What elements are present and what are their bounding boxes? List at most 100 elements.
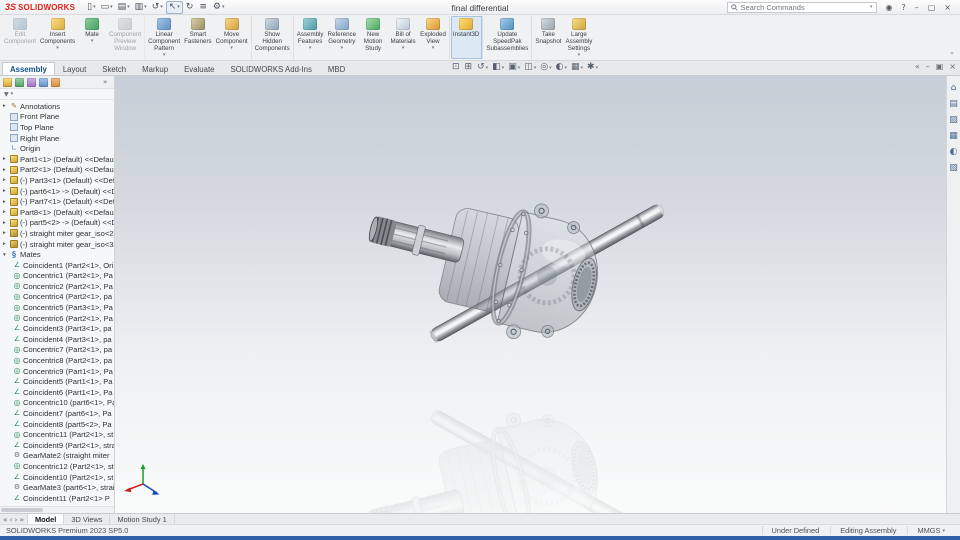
ribbon-button[interactable]: Smart Fasteners [182,16,214,59]
expand-arrow-icon[interactable]: ▸ [3,199,10,205]
ribbon-collapse-icon[interactable]: ⌄ [949,48,955,539]
tree-item[interactable]: ▸ Annotations [0,101,114,112]
tree-item[interactable]: ▸ (-) part6<1> -> (Default) <<De [0,186,114,197]
ribbon-tab[interactable]: Markup [134,62,176,75]
search-commands-box[interactable]: ▾ [726,1,877,13]
status-item[interactable]: Under Defined [761,526,831,535]
ribbon-tab[interactable]: Assembly [2,62,55,75]
doc-minimize-icon[interactable]: – [926,63,930,71]
expand-arrow-icon[interactable]: ▸ [3,209,10,215]
tree-item[interactable]: Front Plane [0,112,114,123]
tree-item[interactable]: ▸ Part8<1> (Default) <<Default> [0,207,114,218]
status-item[interactable]: MMGS ▾ [907,526,954,535]
section-view-icon[interactable]: ◧ ▾ [492,63,504,72]
collapse-pane-icon[interactable]: « [915,63,920,71]
select-arrow-icon[interactable]: ↖ ▾ [165,0,183,14]
propertymanager-tab[interactable] [15,77,24,87]
display-style-icon[interactable]: ◫ ▾ [524,63,536,72]
mate-item[interactable]: Concentric11 (Part2<1>, st [0,429,114,440]
displaymanager-tab[interactable] [51,77,60,87]
tree-item[interactable]: Right Plane [0,133,114,144]
expand-arrow-icon[interactable]: ▸ [3,220,10,226]
panel-horizontal-scrollbar[interactable] [0,506,114,513]
tree-item[interactable]: ▸ (-) part5<2> -> (Default) <<De [0,218,114,229]
tree-item[interactable]: Origin [0,143,114,154]
mate-item[interactable]: GearMate2 (straight miter [0,451,114,462]
ribbon-button[interactable]: Show Hidden Components [253,16,294,59]
mate-item[interactable]: Concentric8 (Part2<1>, pa [0,355,114,366]
expand-arrow-icon[interactable]: ▸ [3,188,10,194]
configurationmanager-tab[interactable] [27,77,36,87]
mate-item[interactable]: Coincident9 (Part2<1>, stra [0,440,114,451]
ribbon-tab[interactable]: Evaluate [176,62,222,75]
mate-item[interactable]: Coincident4 (Part3<1>, pa [0,334,114,345]
mate-item[interactable]: Concentric2 (Part2<1>, Pa [0,281,114,292]
ribbon-button[interactable]: Instant3D [450,16,484,59]
mate-item[interactable]: Concentric7 (Part2<1>, pa [0,345,114,356]
ribbon-button[interactable]: Assembly Features ▾ [295,16,326,59]
ribbon-button[interactable]: Edit Component [2,16,38,59]
ribbon-button[interactable]: New Motion Study [358,16,388,59]
ribbon-button[interactable]: Take Snapshot [533,16,563,59]
options-gear-icon[interactable]: ⚙ ▾ [211,1,227,14]
3d-viewport-canvas[interactable] [115,76,946,513]
maximize-icon[interactable]: ▢ [924,3,940,12]
ribbon-button[interactable]: Component Preview Window [107,16,146,59]
mate-item[interactable]: Concentric9 (Part1<1>, Pa [0,366,114,377]
scrollbar-thumb[interactable] [1,508,43,512]
dimxpertmanager-tab[interactable] [39,77,48,87]
expand-arrow-icon[interactable]: ▸ [3,177,10,183]
filter-funnel-icon[interactable]: ▼ [4,91,9,98]
view-orientation-icon[interactable]: ▣ ▾ [508,63,520,72]
expand-arrow-icon[interactable]: ▸ [3,156,10,162]
ribbon-button[interactable]: Large Assembly Settings ▾ [564,16,595,59]
tab-scroll-arrow-icon[interactable]: « [3,515,8,524]
mate-item[interactable]: GearMate3 (part6<1>, strai [0,482,114,493]
panel-tabs-overflow-icon[interactable]: » [103,78,107,86]
ribbon-button[interactable]: Update SpeedPak Subassemblies [484,16,533,59]
ribbon-button[interactable]: Bill of Materials ▾ [388,16,418,59]
ribbon-button[interactable]: Insert Components ▾ [38,16,77,59]
ribbon-tab[interactable]: SOLIDWORKS Add-Ins [222,62,319,75]
expand-arrow-icon[interactable]: ▸ [3,167,10,173]
zoom-to-area-icon[interactable]: ⊞ [465,63,474,72]
mate-item[interactable]: Concentric12 (Part2<1>, st [0,461,114,472]
user-account-icon[interactable]: ◉ [882,3,897,12]
print-icon[interactable]: ▥ ▾ [133,1,149,14]
ribbon-button[interactable]: Linear Component Pattern ▾ [146,16,182,59]
ribbon-tab[interactable]: Layout [55,62,94,75]
doc-close-icon[interactable]: × [949,63,956,71]
tree-item[interactable]: ▸ (-) Part3<1> (Default) <<Defa [0,175,114,186]
mate-item[interactable]: Coincident1 (Part2<1>, Ori [0,260,114,271]
mate-item[interactable]: Coincident6 (Part1<1>, Pa [0,387,114,398]
tab-scroll-arrow-icon[interactable]: ‹ [10,515,13,524]
ribbon-tab[interactable]: MBD [320,62,353,75]
expand-arrow-icon[interactable]: ▸ [3,103,10,109]
tab-scroll-arrow-icon[interactable]: › [15,515,18,524]
expand-arrow-icon[interactable]: ▸ [3,241,10,247]
expand-arrow-icon[interactable]: ▾ [3,252,10,258]
mate-item[interactable]: Coincident5 (Part1<1>, Pa [0,376,114,387]
zoom-to-fit-icon[interactable]: ⊡ [452,63,461,72]
document-tab[interactable]: Motion Study 1 [110,514,175,524]
ribbon-button[interactable]: Reference Geometry ▾ [326,16,359,59]
tree-item[interactable]: ▸ Part1<1> (Default) <<Default> [0,154,114,165]
new-file-icon[interactable]: ▯ ▾ [85,1,97,14]
mate-item[interactable]: Concentric10 (part6<1>, Pa [0,398,114,409]
mate-item[interactable]: Coincident8 (part5<2>, Pa [0,419,114,430]
minimize-icon[interactable]: – [911,3,923,12]
mate-item[interactable]: Concentric6 (Part2<1>, Pa [0,313,114,324]
tree-item[interactable]: ▸ (-) straight miter gear_iso<3> ( [0,239,114,250]
ribbon-button[interactable]: Mate ▾ [77,16,107,59]
document-tab[interactable]: 3D Views [64,514,111,524]
tree-item[interactable]: ▸ Part2<1> (Default) <<Default> [0,165,114,176]
open-file-icon[interactable]: ▭ ▾ [99,1,115,14]
ribbon-button[interactable]: Move Component ▾ [214,16,252,59]
status-item[interactable]: Editing Assembly [830,526,907,535]
file-properties-icon[interactable]: ≡ [197,1,210,14]
view-settings-icon[interactable]: ✱ ▾ [587,63,598,72]
apply-scene-icon[interactable]: ▦ ▾ [571,63,583,72]
mate-item[interactable]: Coincident10 (Part2<1>, st [0,472,114,483]
previous-view-icon[interactable]: ↺ ▾ [477,63,488,72]
tree-item[interactable]: ▾ Mates [0,249,114,260]
